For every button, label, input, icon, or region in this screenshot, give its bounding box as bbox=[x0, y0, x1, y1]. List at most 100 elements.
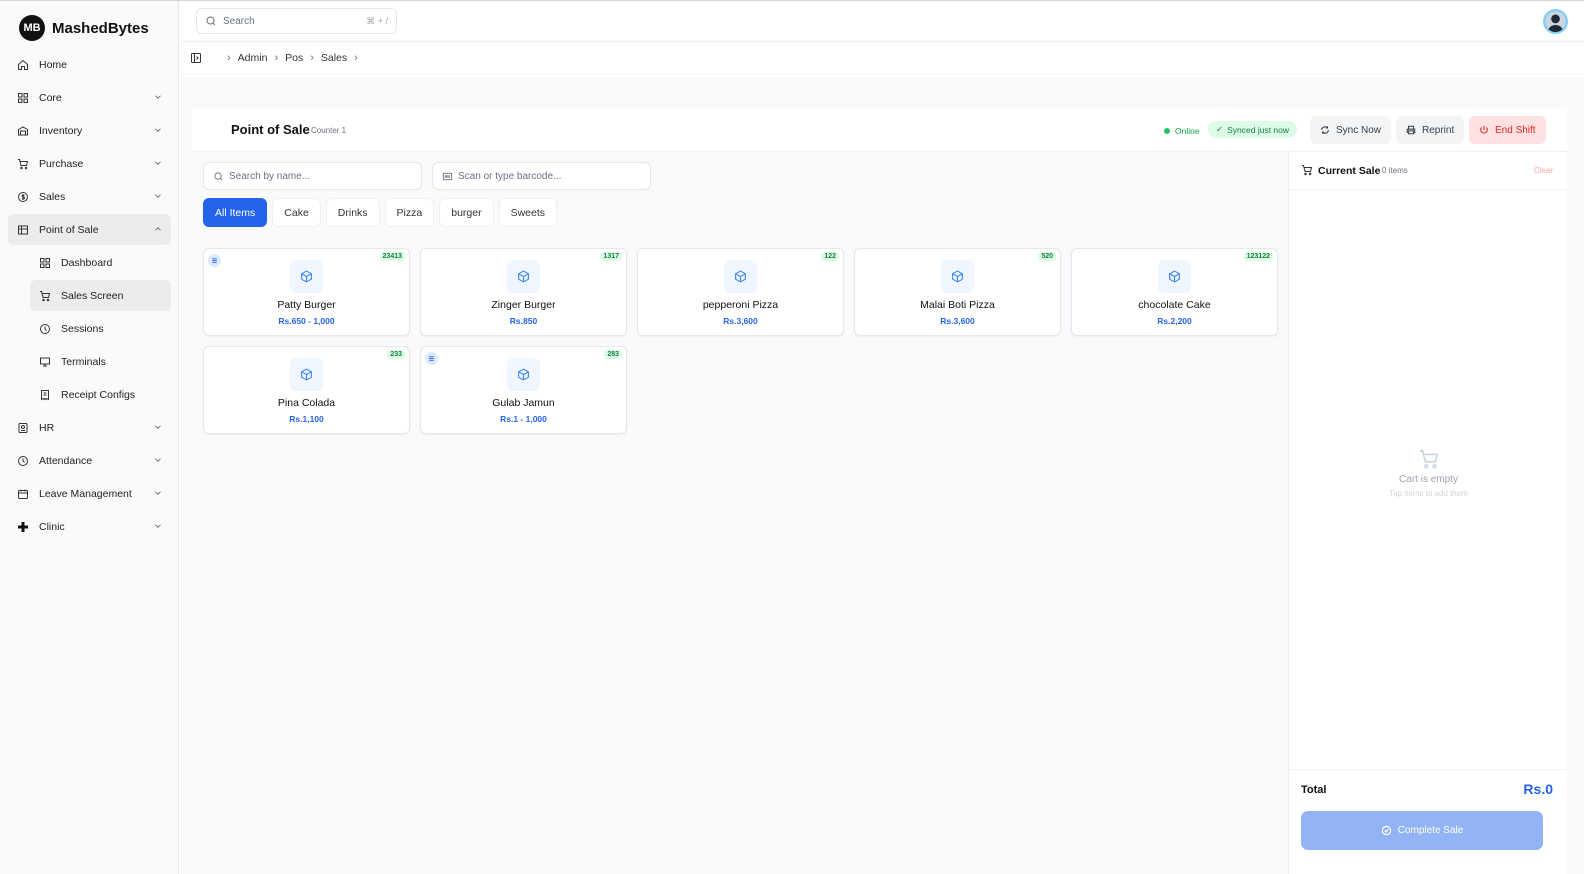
product-card[interactable]: 520 Malai Boti Pizza Rs.3,600 bbox=[854, 248, 1061, 336]
dashboard-icon bbox=[38, 256, 51, 269]
stock-badge: 122 bbox=[821, 252, 839, 261]
chevron-right-icon: › bbox=[354, 52, 358, 64]
pos-submenu: Dashboard Sales Screen Sessions Terminal… bbox=[8, 247, 171, 410]
brand-logo: MB bbox=[19, 15, 45, 41]
app-root: MB MashedBytes Home Core Inventory Purch… bbox=[0, 0, 1584, 874]
warehouse-icon bbox=[16, 124, 29, 137]
sidebar: MB MashedBytes Home Core Inventory Purch… bbox=[0, 1, 179, 874]
sidebar-nav: Home Core Inventory Purchase Sales Point… bbox=[8, 49, 171, 544]
sidebar-item-receipt-configs[interactable]: Receipt Configs bbox=[30, 379, 171, 410]
product-card[interactable]: 123122 chocolate Cake Rs.2,200 bbox=[1071, 248, 1278, 336]
product-search-field[interactable] bbox=[203, 162, 422, 190]
package-icon bbox=[941, 260, 974, 293]
sidebar-item-label: Clinic bbox=[39, 520, 65, 533]
breadcrumb-sales[interactable]: Sales bbox=[321, 52, 347, 64]
sidebar-item-point-of-sale[interactable]: Point of Sale bbox=[8, 214, 171, 245]
tab-pizza[interactable]: Pizza bbox=[384, 198, 435, 227]
dollar-icon bbox=[16, 190, 29, 203]
chevron-up-icon bbox=[155, 227, 161, 231]
brand-name: MashedBytes bbox=[52, 19, 149, 37]
chevron-right-icon: › bbox=[274, 52, 279, 64]
package-icon bbox=[290, 358, 323, 391]
tab-sweets[interactable]: Sweets bbox=[498, 198, 558, 227]
brand[interactable]: MB MashedBytes bbox=[19, 15, 149, 41]
sidebar-item-leave-management[interactable]: Leave Management bbox=[8, 478, 171, 509]
sidebar-item-label: Home bbox=[39, 58, 68, 71]
tab-all-items[interactable]: All Items bbox=[203, 198, 268, 227]
global-search[interactable]: Search ⌘ + / bbox=[196, 8, 397, 34]
chevron-down-icon bbox=[155, 128, 161, 132]
breadcrumb-pos[interactable]: Pos bbox=[285, 52, 303, 64]
product-name: chocolate Cake bbox=[1138, 299, 1211, 311]
barcode-field[interactable] bbox=[432, 162, 651, 190]
sidebar-item-label: Sales bbox=[39, 190, 66, 203]
pos-panel: Point of Sale Counter 1 Online ✓ Synced … bbox=[192, 108, 1568, 874]
sidebar-item-terminals[interactable]: Terminals bbox=[30, 346, 171, 377]
end-shift-button[interactable]: End Shift bbox=[1469, 116, 1546, 144]
sidebar-item-label: Sales Screen bbox=[61, 289, 124, 302]
online-dot-icon bbox=[1164, 128, 1170, 134]
product-card[interactable]: 122 pepperoni Pizza Rs.3,600 bbox=[637, 248, 844, 336]
clear-cart-button[interactable]: Clear bbox=[1534, 166, 1553, 175]
counter-label: Counter 1 bbox=[311, 126, 347, 135]
sidebar-item-sessions[interactable]: Sessions bbox=[30, 313, 171, 344]
sidebar-item-attendance[interactable]: Attendance bbox=[8, 445, 171, 476]
chevron-down-icon bbox=[155, 458, 161, 462]
sidebar-item-sales[interactable]: Sales bbox=[8, 181, 171, 212]
stock-badge: 520 bbox=[1038, 252, 1056, 261]
sidebar-toggle-icon[interactable] bbox=[190, 52, 202, 64]
product-card[interactable]: 1317 Zinger Burger Rs.850 bbox=[420, 248, 627, 336]
search-icon bbox=[214, 171, 223, 180]
grid-icon bbox=[16, 91, 29, 104]
sync-status-label: Synced just now bbox=[1227, 124, 1290, 135]
cart-empty-state: Cart is empty Tap items to add them bbox=[1289, 448, 1568, 498]
product-card[interactable]: 283 Gulab Jamun Rs.1 - 1,000 bbox=[420, 346, 627, 434]
cart-icon bbox=[1302, 165, 1313, 176]
product-name: Zinger Burger bbox=[491, 299, 556, 311]
stock-badge: 1317 bbox=[600, 252, 622, 261]
tab-drinks[interactable]: Drinks bbox=[325, 198, 380, 227]
empty-title: Cart is empty bbox=[1399, 474, 1458, 485]
product-card[interactable]: 233 Pina Colada Rs.1,100 bbox=[203, 346, 410, 434]
sync-now-button[interactable]: Sync Now bbox=[1310, 116, 1392, 144]
sidebar-item-purchase[interactable]: Purchase bbox=[8, 148, 171, 179]
package-icon bbox=[507, 358, 540, 391]
complete-sale-label: Complete Sale bbox=[1397, 825, 1464, 836]
sidebar-item-label: Point of Sale bbox=[39, 223, 99, 236]
breadcrumb: › Admin › Pos › Sales › bbox=[180, 42, 1584, 75]
clock-icon bbox=[16, 454, 29, 467]
chevron-down-icon bbox=[155, 194, 161, 198]
chevron-down-icon bbox=[155, 161, 161, 165]
sidebar-item-hr[interactable]: HR bbox=[8, 412, 171, 443]
chevron-down-icon bbox=[155, 95, 161, 99]
package-icon bbox=[1158, 260, 1191, 293]
sidebar-item-inventory[interactable]: Inventory bbox=[8, 115, 171, 146]
sidebar-item-home[interactable]: Home bbox=[8, 49, 171, 80]
pos-header: Point of Sale Counter 1 Online ✓ Synced … bbox=[192, 108, 1567, 152]
sidebar-item-label: Receipt Configs bbox=[61, 388, 136, 401]
sidebar-item-label: Sessions bbox=[61, 322, 104, 335]
product-price: Rs.2,200 bbox=[1157, 316, 1192, 326]
product-card[interactable]: 23413 Patty Burger Rs.650 - 1,000 bbox=[203, 248, 410, 336]
refresh-icon bbox=[1321, 126, 1329, 134]
reprint-button[interactable]: Reprint bbox=[1396, 116, 1465, 144]
breadcrumb-admin[interactable]: Admin bbox=[238, 52, 268, 64]
avatar[interactable] bbox=[1543, 9, 1568, 34]
tab-cake[interactable]: Cake bbox=[272, 198, 321, 227]
category-tabs: All Items Cake Drinks Pizza burger Sweet… bbox=[203, 198, 558, 227]
sidebar-item-sales-screen[interactable]: Sales Screen bbox=[30, 280, 171, 311]
sidebar-item-dashboard[interactable]: Dashboard bbox=[30, 247, 171, 278]
sidebar-item-label: Inventory bbox=[39, 124, 83, 137]
product-search-input[interactable] bbox=[229, 170, 409, 182]
barcode-input[interactable] bbox=[458, 170, 638, 182]
complete-sale-button[interactable]: Complete Sale bbox=[1301, 811, 1543, 850]
plus-icon bbox=[16, 520, 29, 533]
store-icon bbox=[16, 223, 29, 236]
product-name: pepperoni Pizza bbox=[702, 299, 779, 311]
sidebar-item-core[interactable]: Core bbox=[8, 82, 171, 113]
product-pane: All Items Cake Drinks Pizza burger Sweet… bbox=[192, 152, 1288, 874]
search-shortcut: ⌘ + / bbox=[366, 15, 388, 26]
sidebar-item-clinic[interactable]: Clinic bbox=[8, 511, 171, 542]
tab-burger[interactable]: burger bbox=[439, 198, 494, 227]
product-name: Pina Colada bbox=[277, 397, 336, 409]
